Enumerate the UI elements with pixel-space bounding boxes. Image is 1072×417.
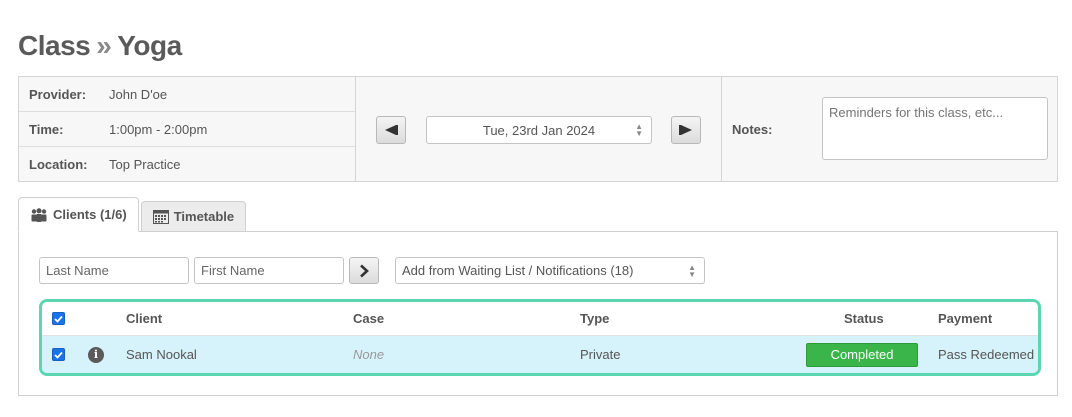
tab-clients-label: Clients (1/6) — [53, 207, 127, 222]
time-value: 1:00pm - 2:00pm — [109, 121, 208, 137]
notes-section: Notes: — [722, 77, 1057, 181]
select-arrows-icon: ▲ ▼ — [688, 263, 696, 279]
selected-date: Tue, 23rd Jan 2024 — [482, 122, 596, 138]
breadcrumb-current: Yoga — [117, 30, 182, 61]
notes-textarea[interactable] — [822, 97, 1048, 160]
triangle-left-icon — [385, 125, 398, 135]
calendar-icon — [152, 209, 169, 224]
page-title: Class» Yoga — [18, 30, 182, 62]
location-row: Location: Top Practice — [19, 147, 355, 181]
column-header-client[interactable]: Client — [126, 311, 162, 326]
provider-label: Provider: — [29, 86, 87, 102]
case-value[interactable]: None — [353, 347, 384, 362]
time-row: Time: 1:00pm - 2:00pm — [19, 112, 355, 147]
payment-value[interactable]: Pass Redeemed — [938, 347, 1034, 362]
next-date-button[interactable] — [671, 116, 701, 144]
triangle-right-icon — [679, 125, 692, 135]
tab-bar: Clients (1/6) Timetable — [18, 197, 248, 232]
location-label: Location: — [29, 156, 88, 172]
date-navigator: Tue, 23rd Jan 2024 ▲ ▼ — [356, 77, 722, 181]
location-value: Top Practice — [109, 156, 181, 172]
provider-row: Provider: John D'oe — [19, 77, 355, 112]
clients-table: Client Case Type Status Payment i Sam No… — [39, 299, 1041, 376]
waiting-list-select[interactable]: Add from Waiting List / Notifications (1… — [395, 257, 705, 284]
checkmark-icon — [54, 351, 63, 359]
breadcrumb-parent[interactable]: Class — [18, 30, 91, 61]
client-name[interactable]: Sam Nookal — [126, 347, 197, 362]
class-info-panel: Provider: John D'oe Time: 1:00pm - 2:00p… — [18, 76, 1058, 182]
provider-value: John D'oe — [109, 86, 168, 102]
status-badge[interactable]: Completed — [806, 342, 918, 367]
tab-timetable[interactable]: Timetable — [140, 201, 247, 232]
column-header-case[interactable]: Case — [353, 311, 384, 326]
chevron-right-icon — [360, 264, 369, 277]
tab-timetable-label: Timetable — [173, 209, 235, 224]
last-name-input[interactable] — [39, 257, 189, 284]
breadcrumb-separator: » — [96, 30, 112, 61]
people-icon — [30, 207, 48, 222]
select-all-checkbox[interactable] — [52, 312, 65, 325]
class-details: Provider: John D'oe Time: 1:00pm - 2:00p… — [19, 77, 356, 181]
clients-tab-panel: Add from Waiting List / Notifications (1… — [18, 231, 1058, 396]
date-select[interactable]: Tue, 23rd Jan 2024 ▲ ▼ — [426, 116, 652, 144]
time-label: Time: — [29, 121, 64, 137]
notes-label: Notes: — [732, 122, 773, 137]
table-header-row: Client Case Type Status Payment — [42, 302, 1038, 335]
checkmark-icon — [54, 315, 63, 323]
column-header-type[interactable]: Type — [580, 311, 609, 326]
select-arrows-icon: ▲ ▼ — [635, 122, 643, 138]
column-header-status[interactable]: Status — [844, 311, 884, 326]
type-value: Private — [580, 347, 621, 362]
add-client-button[interactable] — [349, 257, 379, 284]
row-select-checkbox[interactable] — [52, 348, 65, 361]
info-icon[interactable]: i — [88, 346, 104, 363]
previous-date-button[interactable] — [376, 116, 406, 144]
table-row[interactable]: i Sam Nookal None Private Completed Pass… — [42, 335, 1038, 373]
tab-clients[interactable]: Clients (1/6) — [18, 197, 139, 232]
waiting-list-selected: Add from Waiting List / Notifications (1… — [402, 263, 634, 278]
first-name-input[interactable] — [194, 257, 344, 284]
column-header-payment[interactable]: Payment — [938, 311, 992, 326]
